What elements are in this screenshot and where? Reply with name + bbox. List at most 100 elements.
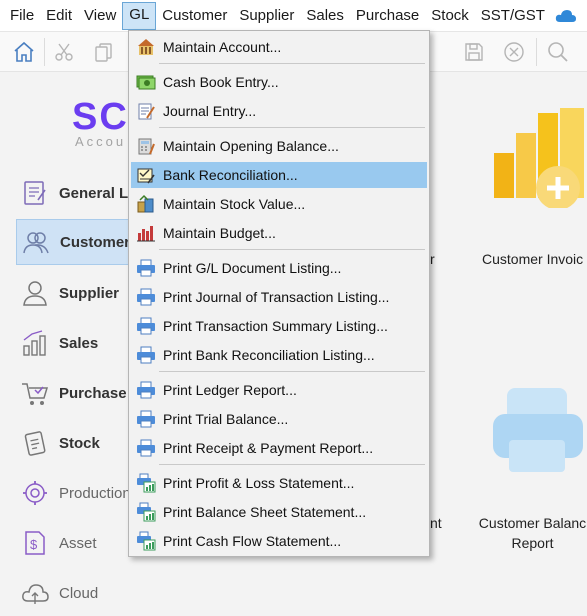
sales-icon — [18, 326, 52, 360]
nav-label: Supplier — [59, 284, 120, 302]
search-icon[interactable] — [544, 38, 572, 66]
print-icon — [135, 315, 157, 337]
menu-more[interactable]: In — [581, 3, 587, 29]
customer-balance-report-icon[interactable] — [493, 388, 583, 472]
menu-separator — [159, 127, 425, 128]
menu-item-maintain-opening-balance[interactable]: Maintain Opening Balance... — [131, 133, 427, 159]
menu-bar: File Edit View GL Customer Supplier Sale… — [0, 0, 587, 32]
brand-subtitle: Accou — [75, 134, 127, 149]
menu-item-journal-entry[interactable]: Journal Entry... — [131, 98, 427, 124]
general-ledger-icon — [18, 176, 52, 210]
tile-label: Customer Balanc — [478, 515, 587, 531]
menu-purchase[interactable]: Purchase — [350, 3, 425, 29]
print-icon — [135, 257, 157, 279]
menu-item-label: Maintain Account... — [163, 39, 282, 55]
menu-view[interactable]: View — [78, 3, 122, 29]
tile-label: Report — [511, 535, 554, 551]
print-chart-icon — [135, 472, 157, 494]
menu-supplier[interactable]: Supplier — [233, 3, 300, 29]
menu-item-label: Maintain Opening Balance... — [163, 138, 339, 154]
menu-item-label: Print Cash Flow Statement... — [163, 533, 342, 549]
nav-label: Purchase — [59, 384, 127, 402]
menu-item-print-gl-document-listing[interactable]: Print G/L Document Listing... — [131, 255, 427, 281]
menu-item-print-transaction-summary-listing[interactable]: Print Transaction Summary Listing... — [131, 313, 427, 339]
nav-label: Production — [59, 484, 131, 502]
nav-purchase[interactable]: Purchase — [16, 370, 144, 416]
gl-menu-dropdown: Maintain Account... Cash Book Entry... J… — [128, 30, 430, 557]
menu-item-cash-book-entry[interactable]: Cash Book Entry... — [131, 69, 427, 95]
print-icon — [135, 344, 157, 366]
tile-label: nt — [430, 515, 442, 531]
stock-icon — [18, 426, 52, 460]
nav-production[interactable]: Production — [16, 470, 144, 516]
cloud-icon — [18, 576, 52, 610]
menu-edit[interactable]: Edit — [40, 3, 78, 29]
nav-label: Sales — [59, 334, 99, 352]
menu-file[interactable]: File — [0, 3, 40, 29]
nav-sales[interactable]: Sales — [16, 320, 144, 366]
toolbar-separator — [536, 38, 537, 66]
nav-label: Customer — [60, 233, 131, 251]
menu-item-maintain-budget[interactable]: Maintain Budget... — [131, 220, 427, 246]
customer-icon — [19, 225, 53, 259]
menu-item-label: Print Journal of Transaction Listing... — [163, 289, 390, 305]
menu-item-print-receipt-payment-report[interactable]: Print Receipt & Payment Report... — [131, 435, 427, 461]
purchase-icon — [18, 376, 52, 410]
nav-cloud[interactable]: Cloud — [16, 570, 144, 616]
nav-label: General L — [59, 184, 129, 202]
nav-general-ledger[interactable]: General L — [16, 170, 144, 216]
nav-asset[interactable]: $ Asset — [16, 520, 144, 566]
menu-customer[interactable]: Customer — [156, 3, 233, 29]
menu-item-print-cash-flow-statement[interactable]: Print Cash Flow Statement... — [131, 528, 427, 554]
menu-separator — [159, 63, 425, 64]
nav-label: Asset — [59, 534, 97, 552]
bank-reconciliation-icon — [135, 164, 157, 186]
tile-label: Customer Invoic — [482, 251, 584, 267]
nav-label: Cloud — [59, 584, 99, 602]
menu-item-print-balance-sheet-statement[interactable]: Print Balance Sheet Statement... — [131, 499, 427, 525]
nav-customer[interactable]: Customer — [16, 219, 144, 265]
nav-stock[interactable]: Stock — [16, 420, 144, 466]
menu-item-label: Print Ledger Report... — [163, 382, 297, 398]
print-chart-icon — [135, 501, 157, 523]
menu-item-print-bank-reconciliation-listing[interactable]: Print Bank Reconciliation Listing... — [131, 342, 427, 368]
cloud-icon[interactable] — [555, 9, 577, 23]
copy-icon[interactable] — [90, 38, 118, 66]
menu-item-maintain-stock-value[interactable]: Maintain Stock Value... — [131, 191, 427, 217]
nav-label: Stock — [59, 434, 100, 452]
menu-separator — [159, 249, 425, 250]
menu-item-print-profit-loss-statement[interactable]: Print Profit & Loss Statement... — [131, 470, 427, 496]
svg-text:$: $ — [30, 537, 38, 552]
menu-stock[interactable]: Stock — [425, 3, 475, 29]
menu-separator — [159, 371, 425, 372]
menu-item-label: Print Receipt & Payment Report... — [163, 440, 374, 456]
menu-item-label: Maintain Budget... — [163, 225, 276, 241]
menu-sales[interactable]: Sales — [300, 3, 350, 29]
menu-item-print-trial-balance[interactable]: Print Trial Balance... — [131, 406, 427, 432]
asset-icon: $ — [18, 526, 52, 560]
menu-gl[interactable]: GL — [122, 1, 157, 30]
stock-value-icon — [135, 193, 157, 215]
menu-item-label: Maintain Stock Value... — [163, 196, 306, 212]
cash-book-icon — [135, 71, 157, 93]
nav-supplier[interactable]: Supplier — [16, 270, 144, 316]
home-icon[interactable] — [10, 38, 38, 66]
opening-balance-icon — [135, 135, 157, 157]
customer-invoice-icon[interactable] — [494, 108, 584, 210]
menu-item-print-journal-of-transaction-listing[interactable]: Print Journal of Transaction Listing... — [131, 284, 427, 310]
menu-item-bank-reconciliation[interactable]: Bank Reconciliation... — [131, 162, 427, 188]
print-icon — [135, 437, 157, 459]
menu-item-label: Print Balance Sheet Statement... — [163, 504, 367, 520]
menu-sst-gst[interactable]: SST/GST — [475, 3, 551, 29]
menu-item-label: Print Profit & Loss Statement... — [163, 475, 355, 491]
menu-separator — [159, 464, 425, 465]
menu-item-label: Bank Reconciliation... — [163, 167, 298, 183]
menu-item-print-ledger-report[interactable]: Print Ledger Report... — [131, 377, 427, 403]
save-icon[interactable] — [460, 38, 488, 66]
supplier-icon — [18, 276, 52, 310]
print-icon — [135, 408, 157, 430]
scissors-icon[interactable] — [50, 38, 78, 66]
cancel-icon[interactable] — [500, 38, 528, 66]
menu-item-maintain-account[interactable]: Maintain Account... — [131, 34, 427, 60]
print-chart-icon — [135, 530, 157, 552]
